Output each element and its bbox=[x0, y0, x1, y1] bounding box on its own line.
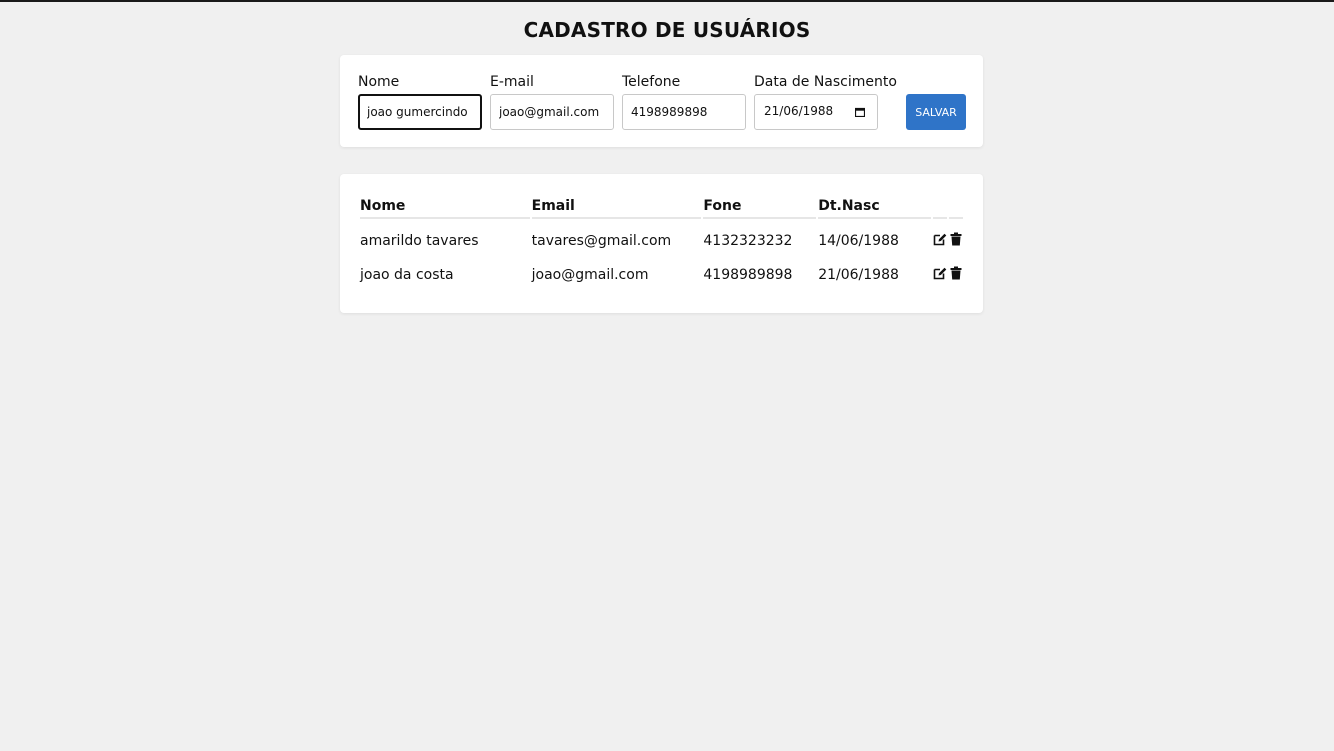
save-button[interactable]: SALVAR bbox=[906, 94, 966, 130]
column-header-dtnasc: Dt.Nasc bbox=[818, 194, 931, 219]
cell-fone: 4198989898 bbox=[703, 266, 793, 283]
phone-label: Telefone bbox=[622, 74, 681, 90]
table-row: joao da costa joao@gmail.com 4198989898 … bbox=[360, 256, 963, 293]
birthdate-label: Data de Nascimento bbox=[754, 74, 897, 90]
email-label: E-mail bbox=[490, 74, 534, 90]
name-label: Nome bbox=[358, 74, 400, 90]
column-header-email: Email bbox=[531, 194, 702, 219]
cell-actions bbox=[933, 219, 963, 256]
cell-nome: joao da costa bbox=[360, 266, 454, 283]
name-input[interactable] bbox=[358, 94, 482, 130]
cell-nasc: 21/06/1988 bbox=[818, 266, 899, 283]
cell-email: joao@gmail.com bbox=[531, 266, 649, 283]
column-header-edit bbox=[932, 194, 947, 219]
edit-icon[interactable] bbox=[933, 232, 947, 246]
cell-nome: amarildo tavares bbox=[360, 233, 479, 249]
cell-fone: 4132323232 bbox=[703, 233, 793, 249]
cell-nasc: 14/06/1988 bbox=[818, 233, 899, 249]
cell-actions bbox=[933, 256, 963, 293]
trash-icon[interactable] bbox=[949, 266, 963, 280]
email-input[interactable] bbox=[490, 94, 614, 130]
birthdate-input[interactable]: 21/06/1988 bbox=[754, 94, 878, 130]
cell-email: tavares@gmail.com bbox=[531, 233, 672, 249]
top-border bbox=[0, 0, 1334, 2]
users-table: Nome Email Fone Dt.Nasc amarildo tavares… bbox=[358, 194, 965, 293]
phone-input[interactable] bbox=[622, 94, 746, 130]
birthdate-value: 21/06/1988 bbox=[764, 104, 834, 118]
table-header-row: Nome Email Fone Dt.Nasc bbox=[360, 194, 963, 219]
user-form: Nome E-mail Telefone Data de Nascimento … bbox=[340, 55, 983, 147]
edit-icon[interactable] bbox=[933, 266, 947, 280]
column-header-nome: Nome bbox=[360, 194, 530, 219]
users-table-card: Nome Email Fone Dt.Nasc amarildo tavares… bbox=[340, 174, 983, 313]
table-row: amarildo tavares tavares@gmail.com 41323… bbox=[360, 219, 963, 256]
calendar-icon[interactable] bbox=[855, 107, 865, 117]
column-header-fone: Fone bbox=[703, 194, 817, 219]
page-title: CADASTRO DE USUÁRIOS bbox=[523, 18, 811, 42]
trash-icon[interactable] bbox=[949, 232, 963, 246]
column-header-delete bbox=[948, 194, 963, 219]
